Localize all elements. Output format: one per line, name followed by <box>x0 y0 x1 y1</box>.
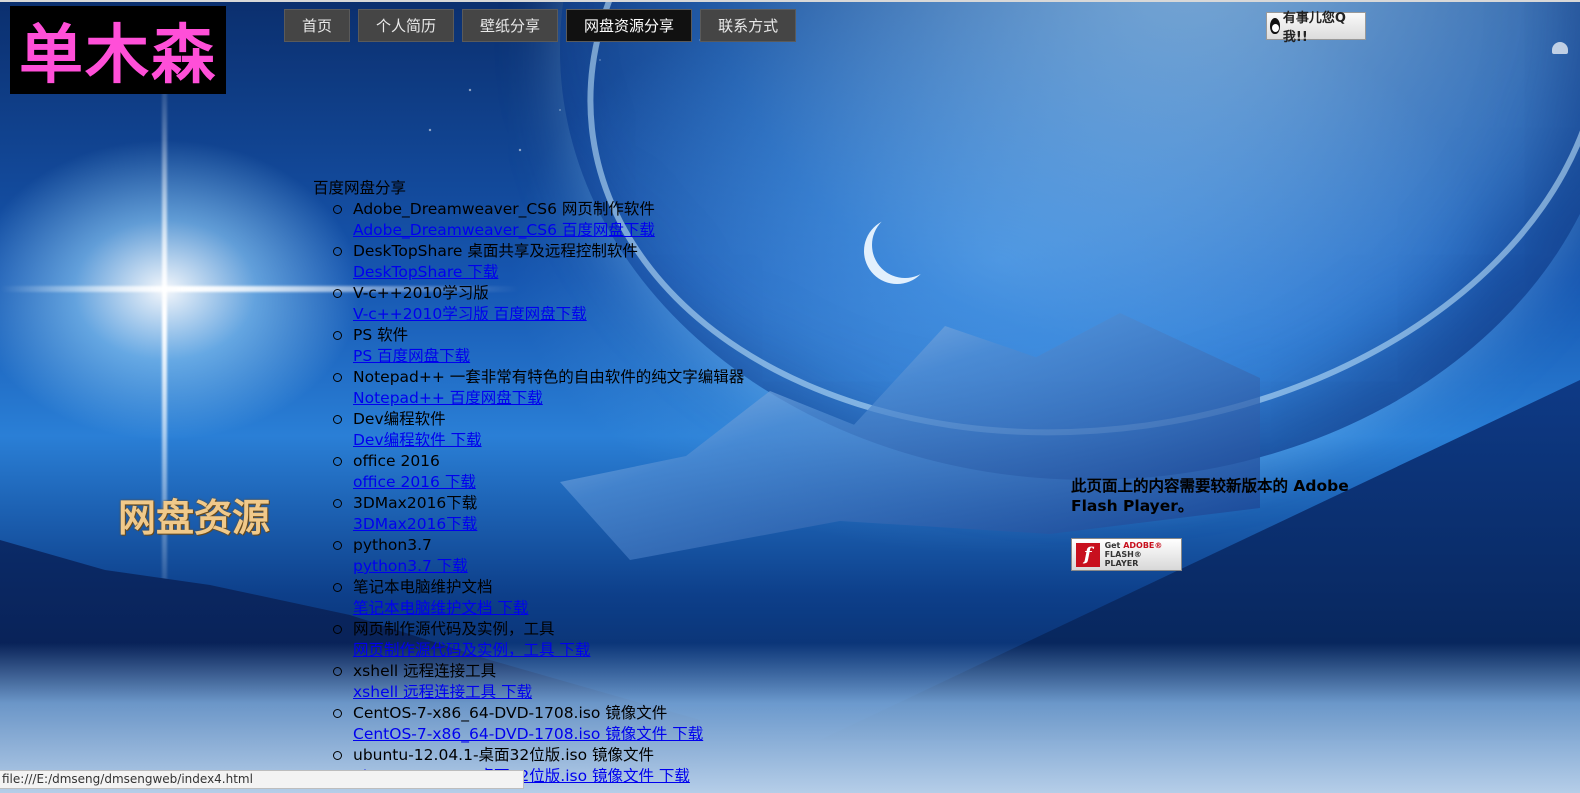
qq-contact-button[interactable]: 有事儿您Q我!! <box>1266 11 1366 45</box>
download-link[interactable]: Notepad++ 百度网盘下载 <box>353 388 833 409</box>
flash-button-label: Get ADOBE® FLASH® PLAYER <box>1105 541 1177 568</box>
download-link[interactable]: xshell 远程连接工具 下载 <box>353 682 833 703</box>
resource-name: xshell 远程连接工具 <box>353 662 497 680</box>
download-link[interactable]: PS 百度网盘下载 <box>353 346 833 367</box>
nav-netdisk[interactable]: 网盘资源分享 <box>566 9 693 42</box>
list-item: Dev编程软件 Dev编程软件 下载 <box>333 409 833 451</box>
nav-resume[interactable]: 个人简历 <box>358 9 455 42</box>
list-item: V-c++2010学习版 V-c++2010学习版 百度网盘下载 <box>333 283 833 325</box>
download-link[interactable]: 3DMax2016下载 <box>353 514 833 535</box>
nav-wallpaper[interactable]: 壁纸分享 <box>462 9 559 42</box>
download-link[interactable]: office 2016 下载 <box>353 472 833 493</box>
resource-name: V-c++2010学习版 <box>353 284 489 302</box>
qq-penguin-icon <box>1270 18 1280 34</box>
download-link[interactable]: 网页制作源代码及实例，工具 下载 <box>353 640 833 661</box>
top-border <box>0 0 1580 2</box>
resource-name: PS 软件 <box>353 326 409 344</box>
flash-player-text: FLASH® PLAYER <box>1104 550 1142 568</box>
cloud-icon <box>1552 42 1568 54</box>
list-item: 笔记本电脑维护文档笔记本电脑维护文档 下载 <box>333 577 833 619</box>
flash-notice: 此页面上的内容需要较新版本的 Adobe Flash Player。 <box>1071 477 1349 515</box>
resource-name: DeskTopShare 桌面共享及远程控制软件 <box>353 242 638 260</box>
flash-adobe-text: ADOBE® <box>1123 541 1163 550</box>
crescent-moon <box>872 212 938 278</box>
flash-get-text: Get <box>1104 541 1121 550</box>
resource-name: 笔记本电脑维护文档 <box>353 578 493 596</box>
get-flash-player-button[interactable]: f Get ADOBE® FLASH® PLAYER <box>1071 538 1182 571</box>
qq-button-label: 有事儿您Q我!! <box>1282 11 1346 45</box>
resource-name: CentOS-7-x86_64-DVD-1708.iso 镜像文件 <box>353 704 668 722</box>
resource-list: Adobe_Dreamweaver_CS6 网页制作软件 Adobe_Dreamw… <box>313 199 833 787</box>
list-item: 3DMax2016下载 3DMax2016下载 <box>333 493 833 535</box>
list-item: CentOS-7-x86_64-DVD-1708.iso 镜像文件 CentOS-… <box>333 703 833 745</box>
list-item: DeskTopShare 桌面共享及远程控制软件 DeskTopShare 下载 <box>333 241 833 283</box>
site-logo: 单木森 <box>10 6 226 94</box>
main-nav: 首页 个人简历 壁纸分享 网盘资源分享 联系方式 <box>284 9 797 42</box>
download-link[interactable]: python3.7 下载 <box>353 556 833 577</box>
download-link[interactable]: V-c++2010学习版 百度网盘下载 <box>353 304 833 325</box>
nav-contact[interactable]: 联系方式 <box>700 9 797 42</box>
download-link[interactable]: Dev编程软件 下载 <box>353 430 833 451</box>
download-link[interactable]: CentOS-7-x86_64-DVD-1708.iso 镜像文件 下载 <box>353 724 833 745</box>
resource-name: python3.7 <box>353 536 432 554</box>
section-title: 百度网盘分享 <box>313 179 407 197</box>
resource-name: Adobe_Dreamweaver_CS6 网页制作软件 <box>353 200 655 218</box>
resource-name: office 2016 <box>353 452 440 470</box>
list-item: 网页制作源代码及实例，工具网页制作源代码及实例，工具 下载 <box>333 619 833 661</box>
resource-section: 百度网盘分享 Adobe_Dreamweaver_CS6 网页制作软件 Adobe… <box>313 178 833 787</box>
list-item: office 2016 office 2016 下载 <box>333 451 833 493</box>
download-link[interactable]: Adobe_Dreamweaver_CS6 百度网盘下载 <box>353 220 833 241</box>
list-item: Notepad++ 一套非常有特色的自由软件的纯文字编辑器 Notepad++ 百… <box>333 367 833 409</box>
list-item: xshell 远程连接工具 xshell 远程连接工具 下载 <box>333 661 833 703</box>
scrolling-banner: 网盘资源分享 <box>118 496 270 540</box>
list-item: python3.7 python3.7 下载 <box>333 535 833 577</box>
resource-name: Dev编程软件 <box>353 410 446 428</box>
resource-name: Notepad++ 一套非常有特色的自由软件的纯文字编辑器 <box>353 368 745 386</box>
flash-logo-icon: f <box>1076 542 1100 567</box>
download-link[interactable]: DeskTopShare 下载 <box>353 262 833 283</box>
status-bar-url: file:///E:/dmseng/dmsengweb/index4.html <box>0 770 524 789</box>
list-item: Adobe_Dreamweaver_CS6 网页制作软件 Adobe_Dreamw… <box>333 199 833 241</box>
download-link[interactable]: 笔记本电脑维护文档 下载 <box>353 598 833 619</box>
nav-home[interactable]: 首页 <box>284 9 351 42</box>
resource-name: ubuntu-12.04.1-桌面32位版.iso 镜像文件 <box>353 746 655 764</box>
resource-name: 3DMax2016下载 <box>353 494 478 512</box>
resource-name: 网页制作源代码及实例，工具 <box>353 620 555 638</box>
list-item: PS 软件 PS 百度网盘下载 <box>333 325 833 367</box>
